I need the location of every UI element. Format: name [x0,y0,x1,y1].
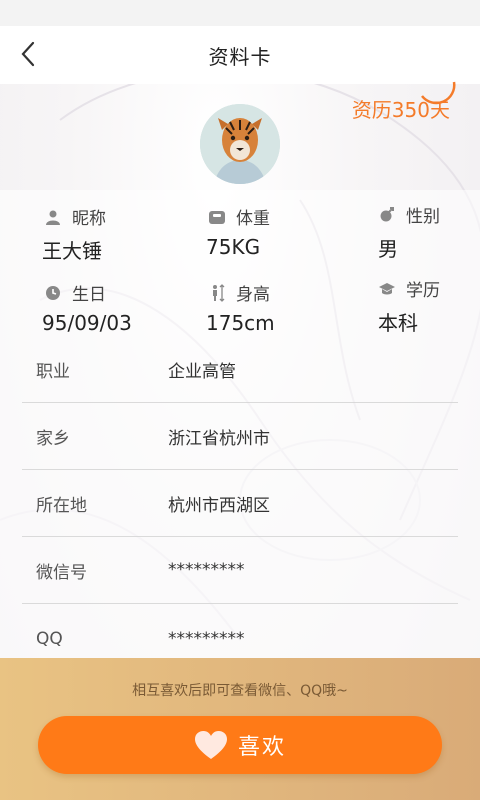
bottom-bar: 相互喜欢后即可查看微信、QQ哦~ 喜欢 [0,658,480,800]
stat-label: 生日 [72,285,106,305]
stat-label: 体重 [236,209,270,229]
stat-gender: 性别 男 [378,202,440,262]
seniority-badge: 资历350天 [351,98,450,122]
unlock-hint: 相互喜欢后即可查看微信、QQ哦~ [132,683,348,699]
stat-label: 身高 [236,285,270,305]
profile-card: 昵称 王大锤 体重 75KG 性别 男 生日 95/09/03 身高 175cm… [0,190,480,660]
scale-icon [208,208,226,226]
status-bar [0,0,480,26]
stat-label: 昵称 [72,209,106,229]
info-value: 浙江省杭州市 [168,428,270,449]
page-title: 资料卡 [208,44,272,69]
chevron-left-icon [21,41,35,67]
stat-height: 身高 175cm [206,280,275,335]
like-button-label: 喜欢 [237,735,286,760]
navigation-bar: 资料卡 [0,26,480,84]
graduation-cap-icon [378,280,396,298]
info-key: QQ [36,629,63,649]
height-icon [208,283,226,302]
stat-label: 学历 [406,281,440,301]
stat-value: 王大锤 [42,239,102,263]
stat-value: 男 [378,237,398,261]
gender-icon [378,206,396,224]
info-row-location: 所在地 杭州市西湖区 [22,470,458,537]
stat-value: 75KG [206,235,261,259]
info-key: 微信号 [36,562,87,583]
stat-label: 性别 [406,207,440,227]
back-button[interactable] [8,32,48,76]
info-key: 所在地 [36,495,87,516]
info-value: ********* [168,629,245,649]
stat-weight: 体重 75KG [206,204,270,259]
stat-education: 学历 本科 [378,276,440,336]
info-value: 企业高管 [168,361,236,382]
stat-birthday: 生日 95/09/03 [42,280,132,335]
info-row-hometown: 家乡 浙江省杭州市 [22,403,458,470]
heart-icon [194,731,227,759]
stat-value: 95/09/03 [42,311,132,335]
info-key: 职业 [36,361,70,382]
info-key: 家乡 [36,428,70,449]
info-value: ********* [168,560,245,580]
info-row-occupation: 职业 企业高管 [22,336,458,403]
info-row-wechat: 微信号 ********* [22,537,458,604]
stat-value: 175cm [206,311,275,335]
stat-nickname: 昵称 王大锤 [42,204,106,264]
person-icon [44,208,62,226]
info-value: 杭州市西湖区 [168,495,270,516]
clock-icon [44,284,62,302]
tiger-avatar-image [200,104,280,184]
avatar[interactable] [200,104,280,184]
like-button[interactable]: 喜欢 [38,716,442,774]
stat-value: 本科 [378,311,418,335]
